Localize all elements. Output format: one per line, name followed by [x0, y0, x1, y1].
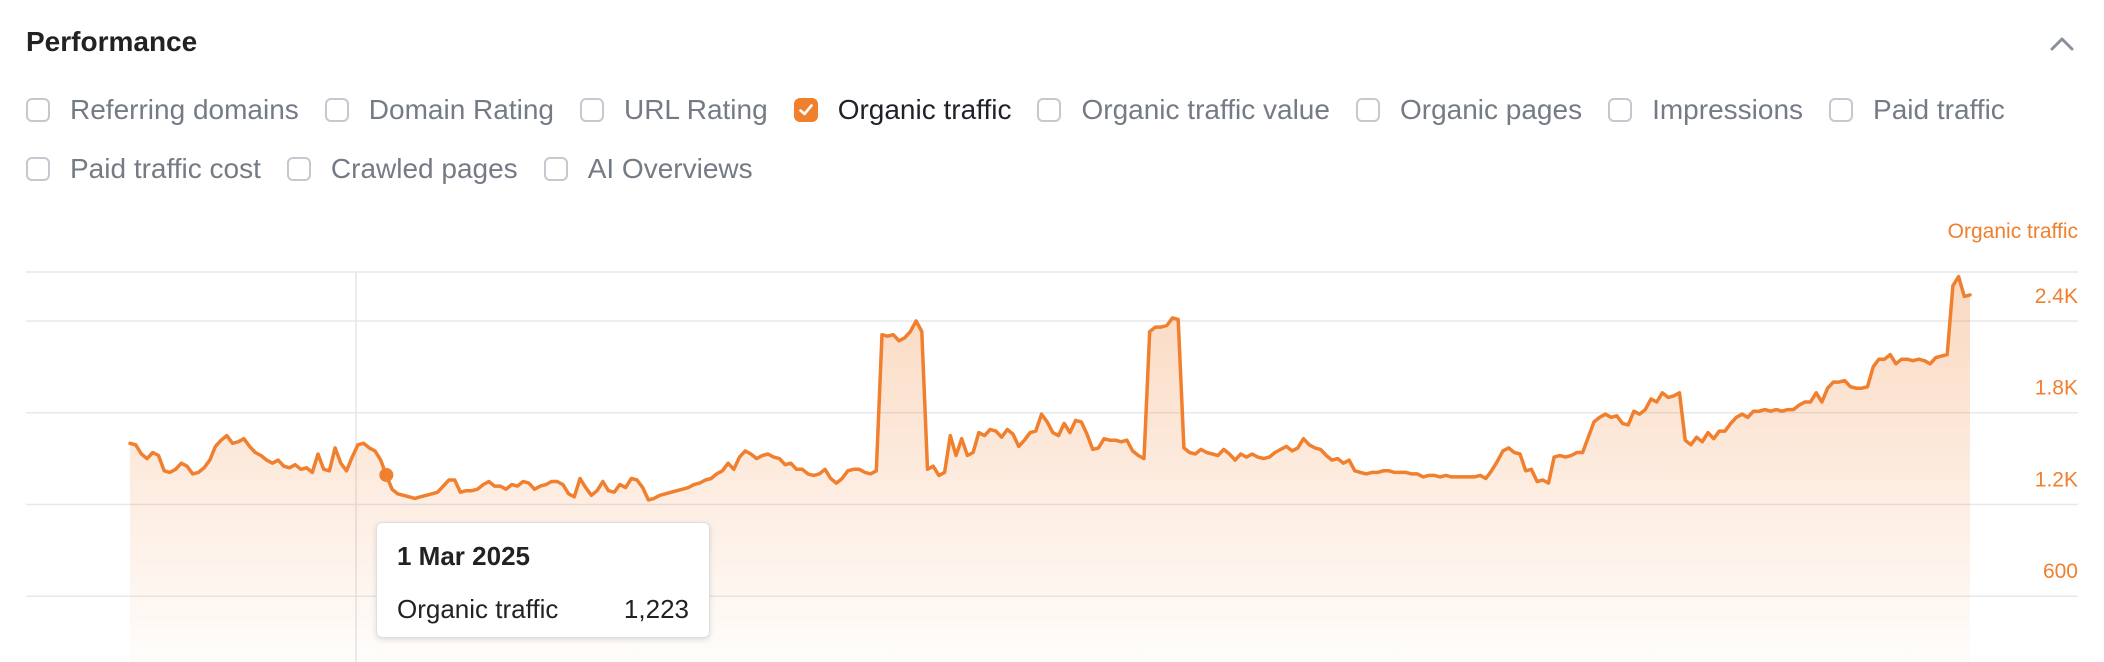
metric-domain-rating[interactable]: Domain Rating: [324, 94, 554, 126]
metric-paid-traffic[interactable]: Paid traffic: [1829, 94, 2005, 126]
checkbox[interactable]: [324, 98, 349, 122]
chevron-up-icon[interactable]: [2046, 28, 2078, 60]
y-tick-label: 1.8K: [2035, 377, 2078, 400]
checkbox[interactable]: [1829, 98, 1854, 122]
checkbox[interactable]: [1037, 98, 1062, 122]
metric-toggles: Referring domains Domain Rating URL Rati…: [26, 88, 2086, 206]
metric-crawled-pages[interactable]: Crawled pages: [286, 153, 518, 185]
checkbox[interactable]: [579, 98, 604, 122]
metric-ai-overviews[interactable]: AI Overviews: [543, 153, 753, 185]
checkmark-icon: [798, 104, 813, 116]
checkbox[interactable]: [1355, 98, 1380, 122]
metric-url-rating[interactable]: URL Rating: [579, 94, 768, 126]
y-axis-title: Organic traffic: [1948, 220, 2078, 243]
metric-paid-traffic-cost[interactable]: Paid traffic cost: [26, 153, 261, 185]
metric-label: Domain Rating: [368, 94, 554, 125]
checkbox[interactable]: [1608, 98, 1633, 122]
metric-label: Paid traffic cost: [70, 153, 261, 184]
metric-label: Referring domains: [70, 94, 299, 125]
metric-organic-traffic-value[interactable]: Organic traffic value: [1037, 94, 1330, 126]
organic-traffic-chart: Organic traffic 600 1.2K 1.8K 2.4K: [26, 220, 2078, 662]
metric-organic-traffic[interactable]: Organic traffic: [793, 94, 1012, 126]
metric-label: URL Rating: [623, 94, 768, 125]
metric-referring-domains[interactable]: Referring domains: [26, 94, 299, 126]
y-tick-label: 2.4K: [2035, 285, 2078, 308]
tooltip-metric: Organic traffic: [397, 594, 559, 624]
tooltip-value: 1,223: [623, 594, 689, 624]
checkbox[interactable]: [286, 157, 311, 181]
y-tick-label: 1.2K: [2035, 468, 2078, 491]
y-tick-label: 600: [2043, 560, 2078, 583]
metric-label: Organic pages: [1399, 94, 1583, 125]
tooltip-date: 1 Mar 2025: [397, 541, 530, 571]
checkbox[interactable]: [543, 157, 568, 181]
checkbox[interactable]: [26, 98, 50, 122]
metric-label: Organic traffic: [837, 94, 1012, 125]
panel-title: Performance: [26, 26, 198, 57]
metric-organic-pages[interactable]: Organic pages: [1355, 94, 1583, 126]
highlight-point[interactable]: [379, 467, 394, 482]
metric-label: AI Overviews: [587, 153, 753, 184]
metric-label: Impressions: [1652, 94, 1804, 125]
metric-label: Paid traffic: [1873, 94, 2005, 125]
metric-label: Crawled pages: [330, 153, 518, 184]
metric-label: Organic traffic value: [1081, 94, 1330, 125]
checkbox[interactable]: [26, 157, 50, 181]
metric-impressions[interactable]: Impressions: [1608, 94, 1803, 126]
checkbox[interactable]: [793, 98, 818, 122]
chart-tooltip: 1 Mar 2025 Organic traffic 1,223: [376, 522, 710, 638]
